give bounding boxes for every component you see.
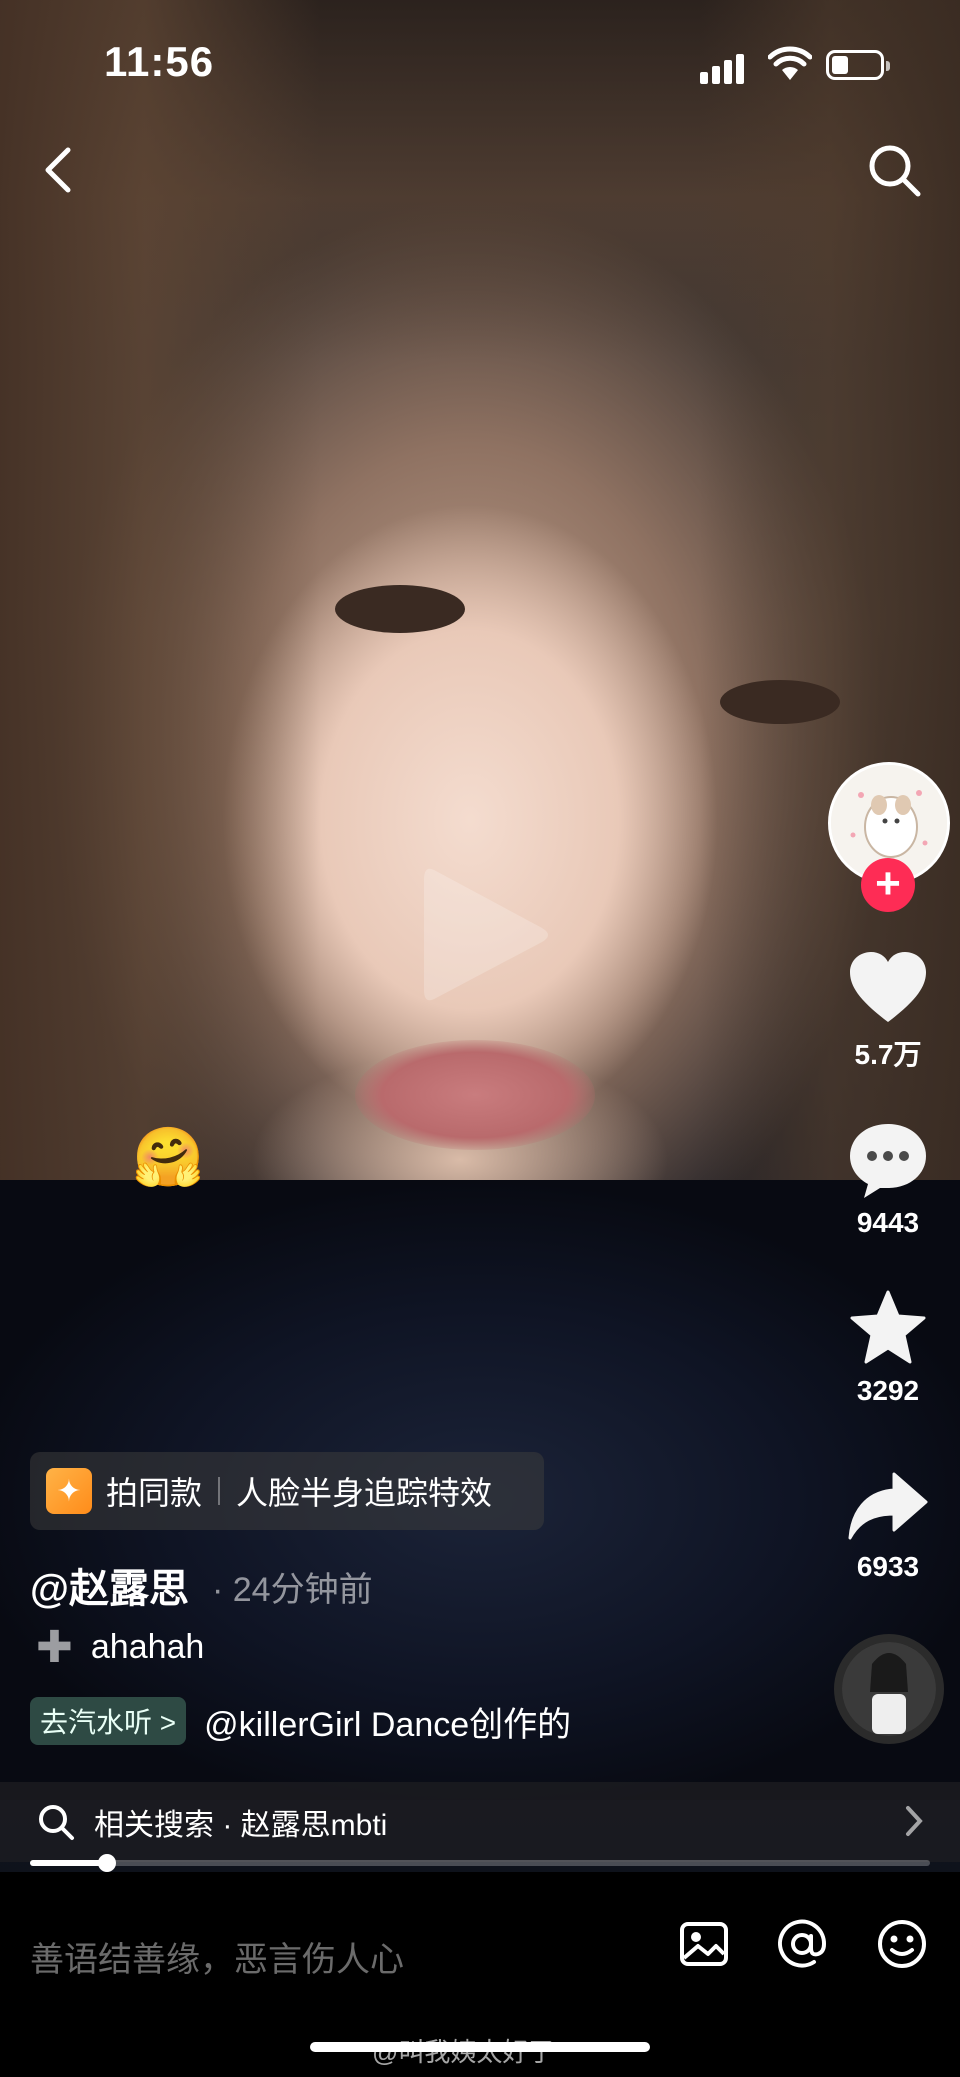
music-disc[interactable]: [834, 1634, 944, 1744]
plus-icon: ✚: [36, 1622, 73, 1672]
battery-icon: [826, 50, 890, 80]
follow-button[interactable]: +: [861, 858, 915, 912]
soda-listen-button[interactable]: 去汽水听 >: [30, 1697, 187, 1745]
video-screen[interactable]: 11:56 + 5.7万 9443 3292 6933 🤗 ✦ 拍同款 人脸半身…: [0, 0, 960, 2077]
effect-label: 拍同款: [106, 1475, 203, 1511]
like-count: 5.7万: [854, 1039, 922, 1070]
comment-bar: 善语结善缘，恶言伤人心 @叫我姨太好了: [0, 1872, 960, 2077]
search-icon[interactable]: [864, 140, 926, 202]
progress-knob[interactable]: [97, 1854, 116, 1872]
video-frame-eye-left: [335, 585, 465, 633]
effect-name: 人脸半身追踪特效: [236, 1475, 493, 1511]
comment-icon: [850, 1124, 926, 1198]
status-time: 11:56: [104, 38, 215, 85]
post-time: · 24分钟前: [212, 1571, 373, 1609]
cellular-signal-icon: [700, 50, 744, 84]
comment-count: 9443: [856, 1207, 920, 1238]
progress-fill: [30, 1860, 107, 1866]
effect-chip[interactable]: ✦ 拍同款 人脸半身追踪特效: [30, 1452, 544, 1530]
favorite-action[interactable]: 3292: [828, 1288, 948, 1407]
comment-action[interactable]: 9443: [828, 1120, 948, 1239]
search-icon: [39, 1805, 74, 1840]
video-frame-eye-right: [720, 680, 840, 724]
music-cover-icon: [842, 1642, 936, 1736]
effect-divider: [218, 1477, 221, 1505]
hug-emoji-icon: 🤗: [132, 1125, 205, 1190]
share-count: 6933: [856, 1551, 920, 1582]
like-action[interactable]: 5.7万: [828, 950, 948, 1073]
status-bar: 11:56: [0, 0, 960, 120]
heart-icon: [850, 952, 926, 1022]
star-icon: [850, 1290, 926, 1364]
chevron-right-icon: [906, 1806, 923, 1836]
music-row[interactable]: 去汽水听 > @killerGirl Dance创作的: [30, 1694, 600, 1748]
share-action[interactable]: 6933: [828, 1468, 948, 1583]
music-track[interactable]: @killerGirl Dance创作的: [204, 1697, 571, 1746]
author-name[interactable]: @赵露思: [30, 1556, 189, 1614]
video-frame-lips: [355, 1040, 595, 1150]
back-icon[interactable]: [34, 140, 84, 200]
comment-input[interactable]: 善语结善缘，恶言伤人心: [30, 1932, 404, 1981]
wifi-icon: [768, 46, 812, 80]
play-icon[interactable]: [414, 860, 554, 1010]
related-search-text: 相关搜索 · 赵露思mbti: [94, 1809, 388, 1842]
favorite-count: 3292: [856, 1375, 920, 1406]
post-description: ✚ ahahah: [36, 1622, 205, 1672]
sparkle-icon: ✦: [46, 1468, 92, 1514]
related-search-bar[interactable]: 相关搜索 · 赵露思mbti: [0, 1782, 960, 1862]
share-icon: [848, 1472, 928, 1540]
at-mention-icon[interactable]: [776, 1918, 828, 1970]
image-icon[interactable]: [678, 1918, 730, 1970]
emoji-icon[interactable]: [876, 1918, 928, 1970]
description-text: ahahah: [90, 1628, 205, 1666]
home-indicator[interactable]: [310, 2042, 650, 2052]
video-progress-bar[interactable]: [30, 1854, 930, 1872]
